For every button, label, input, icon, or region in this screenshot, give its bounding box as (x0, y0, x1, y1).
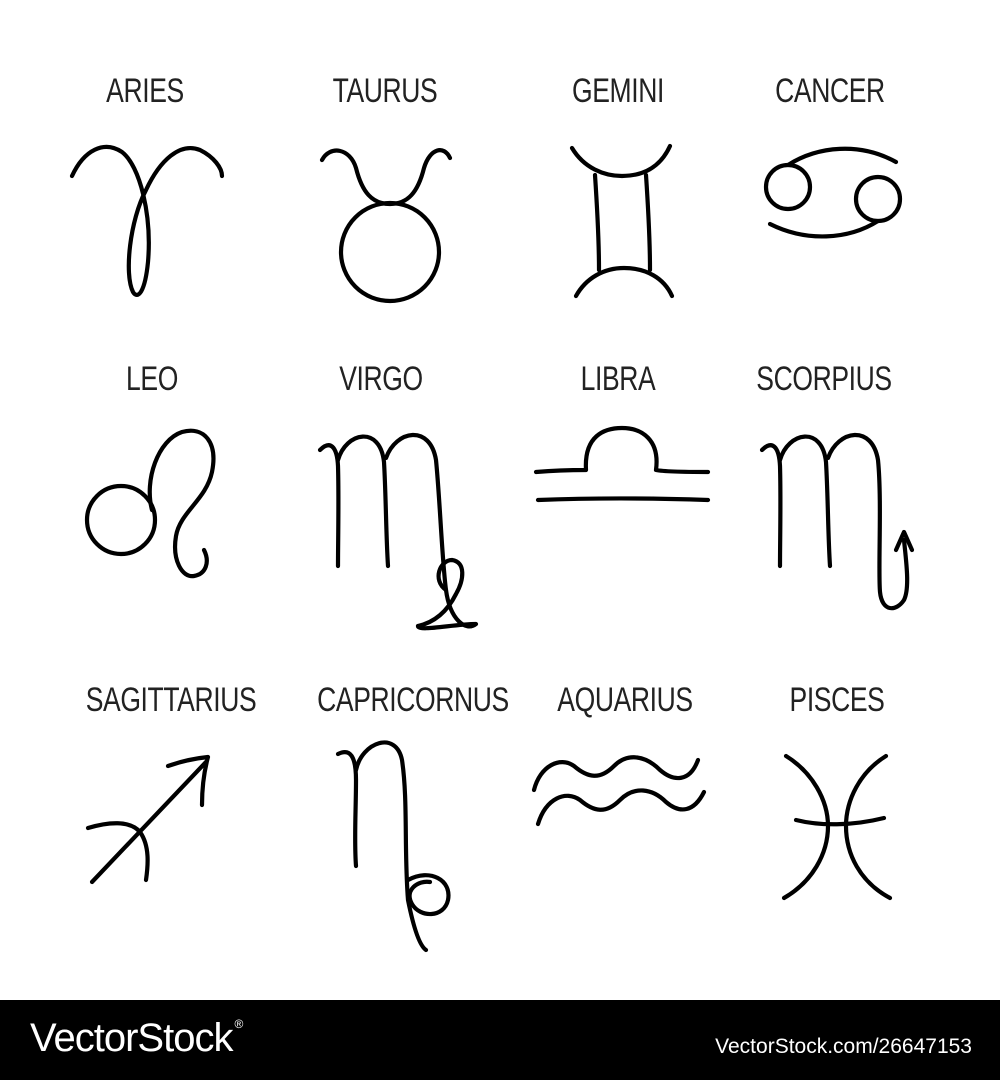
stock-id: VectorStock.com/26647153 (715, 1035, 972, 1058)
watermark-footer: VectorStock ® VectorStock.com/26647153 (0, 1000, 1000, 1080)
vectorstock-logo: VectorStock ® (30, 1016, 243, 1060)
zodiac-sheet: ARIES TAURUS GEMINI CANCER LEO VIRGO LIB… (0, 0, 1000, 1000)
pisces-icon (781, 753, 893, 901)
